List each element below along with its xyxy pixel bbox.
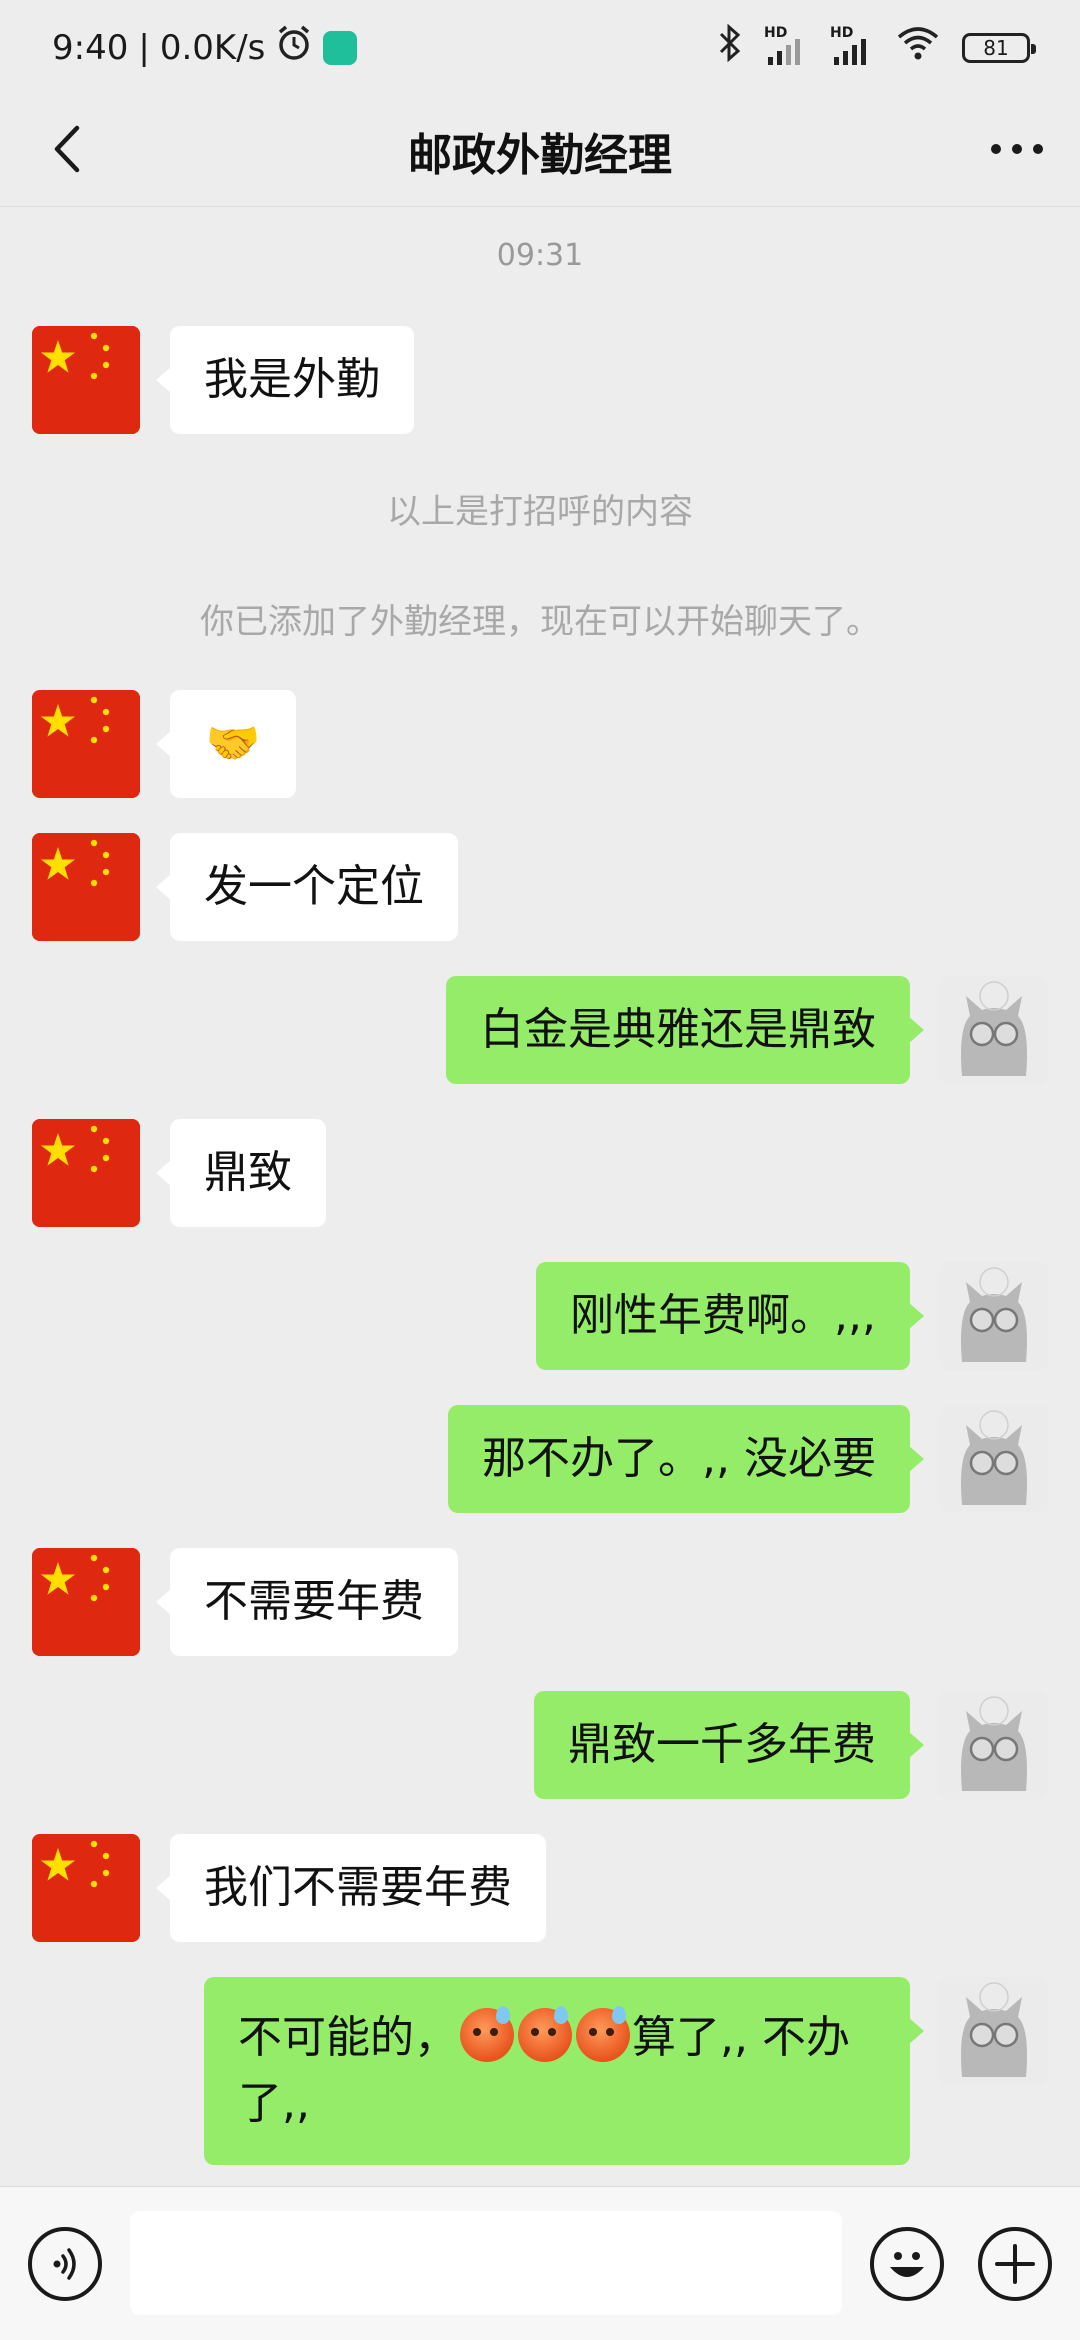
bluetooth-icon	[718, 23, 742, 71]
avatar[interactable]	[940, 1262, 1048, 1370]
status-net-speed: 0.0K/s	[159, 27, 266, 68]
status-time: 9:40	[52, 27, 129, 68]
message-input[interactable]	[130, 2211, 842, 2315]
chat-title: 邮政外勤经理	[408, 129, 672, 181]
message-bubble-outgoing[interactable]: 鼎致一千多年费	[534, 1691, 924, 1799]
avatar[interactable]	[940, 1405, 1048, 1513]
message-row-outgoing: 鼎致一千多年费	[0, 1691, 1080, 1801]
message-row-outgoing: 刚性年费啊。,,,	[0, 1262, 1080, 1372]
back-button[interactable]	[36, 119, 96, 179]
message-row-outgoing: 白金是典雅还是鼎致	[0, 976, 1080, 1086]
message-row-incoming: 不需要年费	[0, 1548, 1080, 1658]
signal-icon-1: HD	[764, 25, 808, 67]
sweat-face-emoji-icon	[460, 2006, 514, 2062]
sweat-face-emoji-icon	[576, 2006, 630, 2062]
time-separator: 09:31	[496, 238, 584, 273]
china-flag-avatar-icon	[32, 1119, 140, 1227]
alarm-icon	[275, 24, 313, 71]
message-bubble-incoming[interactable]: 🤝	[156, 690, 296, 798]
chevron-left-icon	[54, 125, 80, 173]
message-row-incoming: 鼎致	[0, 1119, 1080, 1229]
voice-button[interactable]	[28, 2227, 102, 2301]
plus-icon	[995, 2244, 1035, 2284]
message-text: 不可能的，	[238, 2012, 458, 2063]
more-functions-button[interactable]	[978, 2227, 1052, 2301]
emoji-button[interactable]	[870, 2227, 944, 2301]
message-row-incoming: 发一个定位	[0, 833, 1080, 943]
battery-icon: 81	[962, 32, 1036, 63]
emoji-icon	[890, 2252, 924, 2277]
message-bubble-outgoing[interactable]: 白金是典雅还是鼎致	[446, 976, 924, 1084]
message-bubble-incoming[interactable]: 鼎致	[156, 1119, 326, 1227]
china-flag-avatar-icon	[32, 326, 140, 434]
message-row-incoming: 🤝	[0, 690, 1080, 800]
message-bubble-outgoing[interactable]: 不可能的， 算了,, 不办了,,	[204, 1977, 924, 2165]
avatar[interactable]	[32, 833, 140, 941]
cat-avatar-icon	[940, 1691, 1048, 1799]
message-row-outgoing: 那不办了。,, 没必要	[0, 1405, 1080, 1515]
message-list[interactable]: 09:31 我是外勤 以上是打招呼的内容 你已添加了外勤经理，现在可以开始聊天了…	[0, 208, 1080, 2186]
message-bubble-outgoing[interactable]: 那不办了。,, 没必要	[448, 1405, 924, 1513]
avatar[interactable]	[32, 1548, 140, 1656]
wifi-icon	[896, 25, 940, 70]
message-bubble-outgoing[interactable]: 刚性年费啊。,,,	[536, 1262, 924, 1370]
message-row-incoming: 我是外勤	[0, 326, 1080, 436]
china-flag-avatar-icon	[32, 690, 140, 798]
system-message: 你已添加了外勤经理，现在可以开始聊天了。	[200, 602, 880, 642]
cat-avatar-icon	[940, 976, 1048, 1084]
voice-icon	[53, 2248, 76, 2280]
input-bar	[0, 2186, 1080, 2340]
signal-icon-2: HD	[830, 25, 874, 67]
chat-header: 邮政外勤经理	[0, 95, 1080, 207]
status-left: 9:40 | 0.0K/s	[52, 24, 358, 71]
message-bubble-incoming[interactable]: 发一个定位	[156, 833, 458, 941]
avatar[interactable]	[940, 976, 1048, 1084]
message-row-outgoing: 不可能的， 算了,, 不办了,,	[0, 1977, 1080, 2165]
battery-level: 81	[983, 35, 1009, 60]
more-dots-icon	[991, 144, 1043, 154]
avatar[interactable]	[32, 326, 140, 434]
app-notification-icon	[323, 30, 358, 65]
message-bubble-incoming[interactable]: 我们不需要年费	[156, 1834, 546, 1942]
china-flag-avatar-icon	[32, 1834, 140, 1942]
cat-avatar-icon	[940, 1262, 1048, 1370]
message-bubble-incoming[interactable]: 我是外勤	[156, 326, 414, 434]
avatar[interactable]	[940, 1691, 1048, 1799]
avatar[interactable]	[32, 1834, 140, 1942]
message-row-incoming: 我们不需要年费	[0, 1834, 1080, 1944]
sweat-face-emoji-icon	[518, 2006, 572, 2062]
avatar[interactable]	[940, 1977, 1048, 2085]
cat-avatar-icon	[940, 1405, 1048, 1513]
china-flag-avatar-icon	[32, 1548, 140, 1656]
status-separator: |	[138, 27, 150, 68]
more-button[interactable]	[982, 119, 1052, 179]
china-flag-avatar-icon	[32, 833, 140, 941]
avatar[interactable]	[32, 690, 140, 798]
status-right: HD HD 81	[718, 23, 1036, 71]
message-bubble-incoming[interactable]: 不需要年费	[156, 1548, 458, 1656]
system-message: 以上是打招呼的内容	[387, 492, 693, 532]
cat-avatar-icon	[940, 1977, 1048, 2085]
avatar[interactable]	[32, 1119, 140, 1227]
status-bar: 9:40 | 0.0K/s HD HD 81	[0, 0, 1080, 95]
